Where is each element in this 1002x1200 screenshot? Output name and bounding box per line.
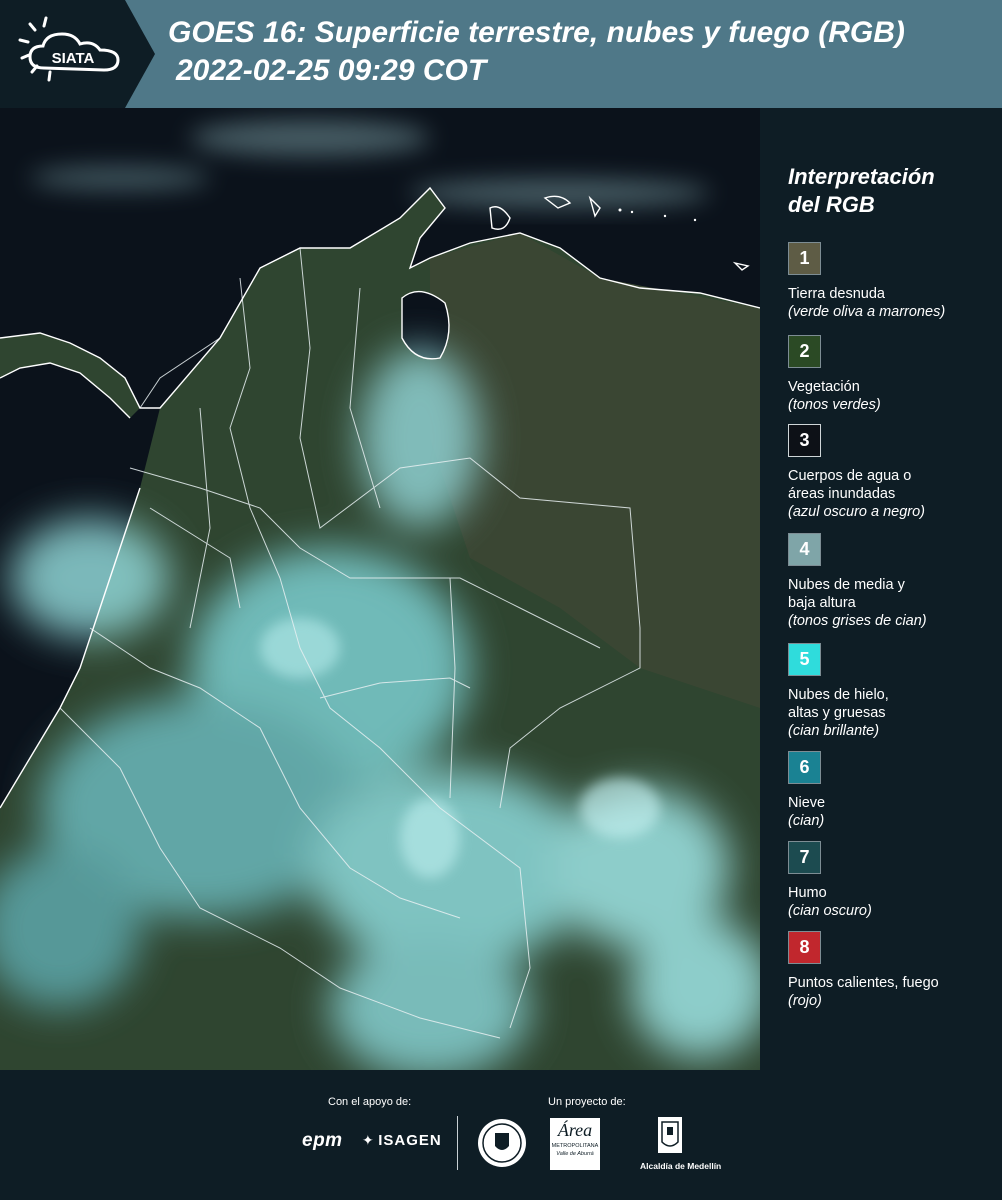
legend-desc: (rojo) <box>788 993 822 1009</box>
legend-item-2: 2 Vegetación (tonos verdes) <box>788 335 998 414</box>
footer-divider <box>457 1116 458 1170</box>
legend-label: Nubes de hielo, <box>788 687 889 703</box>
legend-label-2: baja altura <box>788 595 856 611</box>
satellite-map <box>0 108 760 1070</box>
legend-label: Vegetación <box>788 379 860 395</box>
isagen-text: ISAGEN <box>378 1132 442 1149</box>
legend-desc: (cian brillante) <box>788 723 880 739</box>
siata-logo-text: SIATA <box>52 50 95 67</box>
support-label: Con el apoyo de: <box>328 1096 412 1108</box>
legend-swatch: 7 <box>788 841 821 874</box>
area-metropolitana-logo: Área METROPOLITANA Valle de Aburrá <box>550 1118 600 1170</box>
title-timestamp: 2022-02-25 09:29 COT <box>176 54 487 87</box>
legend-swatch: 6 <box>788 751 821 784</box>
legend-desc: (tonos verdes) <box>788 397 881 413</box>
legend-desc: (cian) <box>788 813 825 829</box>
siata-logo: SIATA <box>0 0 155 108</box>
legend-item-5: 5 Nubes de hielo, altas y gruesas (cian … <box>788 643 998 740</box>
legend-title-line-2: del RGB <box>788 192 875 217</box>
project-label: Un proyecto de: <box>548 1096 626 1108</box>
legend-item-3: 3 Cuerpos de agua o áreas inundadas (azu… <box>788 424 998 521</box>
header-bar: SIATA GOES 16: Superficie terrestre, nub… <box>0 0 1002 108</box>
legend-item-1: 1 Tierra desnuda (verde oliva a marrones… <box>788 242 998 321</box>
legend-label-2: áreas inundadas <box>788 486 896 502</box>
legend-label-2: altas y gruesas <box>788 705 886 721</box>
legend-label: Cuerpos de agua o <box>788 468 912 484</box>
area-logo-line1: METROPOLITANA <box>551 1143 599 1149</box>
footer: Con el apoyo de: Un proyecto de: epm ✦ I… <box>0 1070 1002 1200</box>
legend-desc: (azul oscuro a negro) <box>788 504 926 520</box>
legend-label: Tierra desnuda <box>788 286 885 302</box>
seal-logo <box>477 1118 527 1173</box>
legend-title-line-1: Interpretación <box>788 164 935 189</box>
legend-label: Puntos calientes, fuego <box>788 975 939 991</box>
alcaldia-shield-icon <box>658 1117 682 1153</box>
page-title: GOES 16: Superficie terrestre, nubes y f… <box>168 14 998 90</box>
legend-label: Nubes de media y <box>788 577 905 593</box>
legend-panel: Interpretación del RGB 1 Tierra desnuda … <box>760 108 1002 1070</box>
legend-swatch: 8 <box>788 931 821 964</box>
legend-label: Humo <box>788 885 827 901</box>
isagen-logo: ✦ ISAGEN <box>362 1132 442 1150</box>
alcaldia-text: Alcaldía de Medellín <box>640 1161 722 1171</box>
area-logo-line2: Valle de Aburrá <box>556 1151 594 1157</box>
legend-item-8: 8 Puntos calientes, fuego (rojo) <box>788 931 998 1010</box>
legend-item-4: 4 Nubes de media y baja altura (tonos gr… <box>788 533 998 630</box>
legend-item-7: 7 Humo (cian oscuro) <box>788 841 998 920</box>
legend-title: Interpretación del RGB <box>788 163 988 219</box>
legend-item-6: 6 Nieve (cian) <box>788 751 998 830</box>
legend-swatch: 5 <box>788 643 821 676</box>
legend-swatch: 4 <box>788 533 821 566</box>
title-line-1: GOES 16: Superficie terrestre, nubes y f… <box>168 16 905 49</box>
area-logo-mark: Área <box>557 1120 593 1140</box>
legend-swatch: 3 <box>788 424 821 457</box>
legend-swatch: 1 <box>788 242 821 275</box>
legend-label: Nieve <box>788 795 826 811</box>
alcaldia-logo: Alcaldía de Medellín <box>640 1116 722 1171</box>
epm-logo: epm <box>302 1130 343 1151</box>
legend-desc: (tonos grises de cian) <box>788 613 927 629</box>
legend-desc: (cian oscuro) <box>788 903 872 919</box>
isagen-icon: ✦ <box>362 1132 374 1148</box>
legend-swatch: 2 <box>788 335 821 368</box>
legend-desc: (verde oliva a marrones) <box>788 304 946 320</box>
